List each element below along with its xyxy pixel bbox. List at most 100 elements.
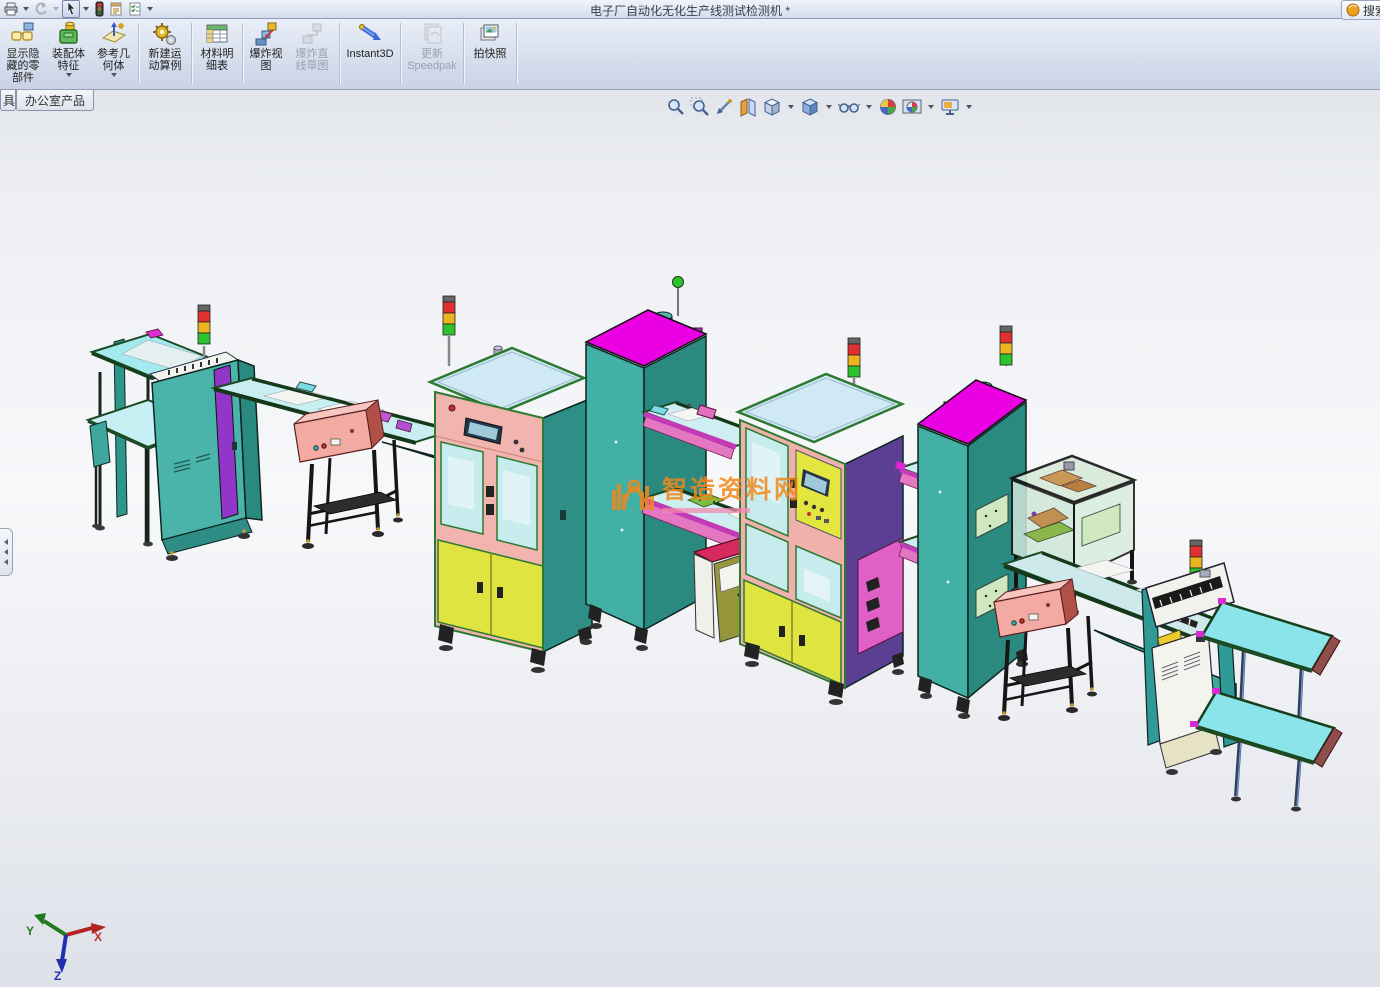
file-properties-button[interactable]: [107, 1, 125, 17]
bom-table-icon: [206, 24, 228, 43]
ribbon-separator: [463, 23, 464, 84]
window-title: 电子厂自动化无化生产线测试检测机 *: [589, 4, 790, 18]
triad-z-label: Z: [54, 969, 61, 981]
view-settings-icon: [941, 99, 959, 115]
explode-line-sketch-icon: [302, 23, 322, 44]
apply-scene-icon: [902, 99, 922, 114]
button-label: 参考几 何体: [97, 48, 130, 72]
button-label: 显示隐 藏的零 部件: [6, 48, 40, 84]
undo-icon: [35, 2, 47, 15]
bill-of-materials-button[interactable]: 材料明 细表: [194, 18, 240, 89]
ribbon-separator: [191, 23, 192, 84]
model-buffer-tower-1[interactable]: [584, 276, 710, 652]
ribbon-separator: [400, 23, 401, 84]
apply-scene-button[interactable]: [902, 97, 922, 117]
assembly-model[interactable]: [0, 90, 1380, 987]
model-test-machine-2[interactable]: [734, 337, 906, 705]
zoom-area-icon: [690, 97, 709, 116]
undo-button[interactable]: [32, 1, 50, 17]
view-settings-button[interactable]: [940, 97, 960, 117]
view-orientation-dropdown[interactable]: [788, 105, 794, 109]
new-motion-study-button[interactable]: 新建运 动算例: [141, 18, 189, 89]
model-output-trays[interactable]: [1190, 598, 1343, 812]
show-hidden-icon: [11, 22, 34, 41]
instant3d-button[interactable]: Instant3D: [342, 18, 398, 89]
checklist-icon: [129, 2, 141, 16]
dropdown-arrow[interactable]: [110, 73, 117, 77]
view-orientation-button[interactable]: [762, 97, 782, 117]
reference-geometry-button[interactable]: 参考几 何体: [91, 18, 136, 89]
command-manager: 显示隐 藏的零 部件 装配体 特征 参考几 何体 新建运 动算例 材料明 细表 …: [0, 18, 1380, 90]
zoom-to-area-button[interactable]: [690, 97, 710, 117]
motion-study-icon: [153, 23, 176, 45]
commandmanager-tabs: 具 办公室产品: [0, 90, 95, 111]
button-label: 更新 Speedpak: [407, 48, 457, 72]
section-view-button[interactable]: [738, 97, 758, 117]
search-sphere-icon: [1346, 3, 1360, 17]
ribbon-separator: [516, 23, 517, 84]
display-style-button[interactable]: [800, 97, 820, 117]
triad-y-label: Y: [26, 924, 34, 938]
quick-access-toolbar: [2, 0, 155, 18]
assembly-features-icon: [58, 21, 78, 44]
button-label: 材料明 细表: [200, 48, 234, 72]
graphics-area[interactable]: 智造资料网 X Y Z: [0, 90, 1380, 987]
triad-x-label: X: [94, 930, 102, 944]
apply-scene-dropdown[interactable]: [928, 105, 934, 109]
dropdown-arrow[interactable]: [65, 73, 72, 77]
ribbon-separator: [339, 23, 340, 84]
tab-office-products[interactable]: 办公室产品: [16, 90, 95, 111]
button-label: Instant3D: [346, 48, 394, 60]
show-hidden-components-button[interactable]: 显示隐 藏的零 部件: [0, 18, 46, 89]
instant3d-icon: [359, 24, 381, 40]
previous-view-icon: [717, 99, 732, 114]
snapshot-icon: [480, 24, 499, 41]
checker-dropdown[interactable]: [147, 7, 153, 11]
print-dropdown[interactable]: [23, 7, 29, 11]
button-label: 新建运 动算例: [148, 48, 182, 72]
tab-label: 办公室产品: [25, 93, 86, 108]
exploded-view-icon: [255, 22, 277, 46]
appearance-ball-icon: [880, 99, 896, 115]
button-label: 拍快照: [473, 48, 507, 60]
search-box[interactable]: 搜索: [1340, 0, 1380, 20]
reference-geometry-icon: [101, 22, 126, 43]
properties-icon: [110, 2, 122, 16]
section-view-icon: [740, 98, 756, 117]
print-button[interactable]: [2, 1, 20, 17]
hide-show-items-button[interactable]: [838, 97, 860, 117]
undo-dropdown: [53, 7, 59, 11]
printer-icon: [4, 2, 18, 16]
update-speedpak-icon: [424, 23, 442, 44]
button-label: 爆炸直 线草图: [295, 48, 329, 72]
zoom-fit-icon: [668, 99, 684, 115]
heads-up-toolbar: [666, 97, 974, 117]
select-tool-button[interactable]: [62, 0, 80, 18]
model-control-box-2[interactable]: [993, 578, 1097, 721]
rebuild-button[interactable]: [92, 1, 106, 17]
take-snapshot-button[interactable]: 拍快照: [466, 18, 514, 89]
ribbon-separator: [138, 23, 139, 84]
previous-view-button[interactable]: [714, 97, 734, 117]
select-arrow-icon: [67, 1, 76, 16]
display-style-icon: [801, 98, 819, 116]
button-label: 爆炸视 图: [249, 48, 283, 72]
tab-partial[interactable]: 具: [0, 90, 16, 111]
traffic-light-icon: [95, 1, 104, 17]
ribbon-separator: [242, 23, 243, 84]
display-style-dropdown[interactable]: [826, 105, 832, 109]
view-orientation-icon: [763, 98, 781, 116]
exploded-view-button[interactable]: 爆炸视 图: [245, 18, 287, 89]
zoom-to-fit-button[interactable]: [666, 97, 686, 117]
view-settings-dropdown[interactable]: [966, 105, 972, 109]
select-dropdown[interactable]: [83, 7, 89, 11]
model-test-machine-1[interactable]: [426, 295, 593, 673]
edit-appearance-button[interactable]: [878, 97, 898, 117]
hide-show-dropdown[interactable]: [866, 105, 872, 109]
assembly-features-button[interactable]: 装配体 特征: [46, 18, 91, 89]
model-unloader-machine[interactable]: [1141, 539, 1239, 775]
update-speedpak-button: 更新 Speedpak: [403, 18, 461, 89]
orientation-triad: X Y Z: [26, 913, 106, 981]
tab-label: 具: [3, 93, 16, 108]
design-checker-button[interactable]: [126, 1, 144, 17]
